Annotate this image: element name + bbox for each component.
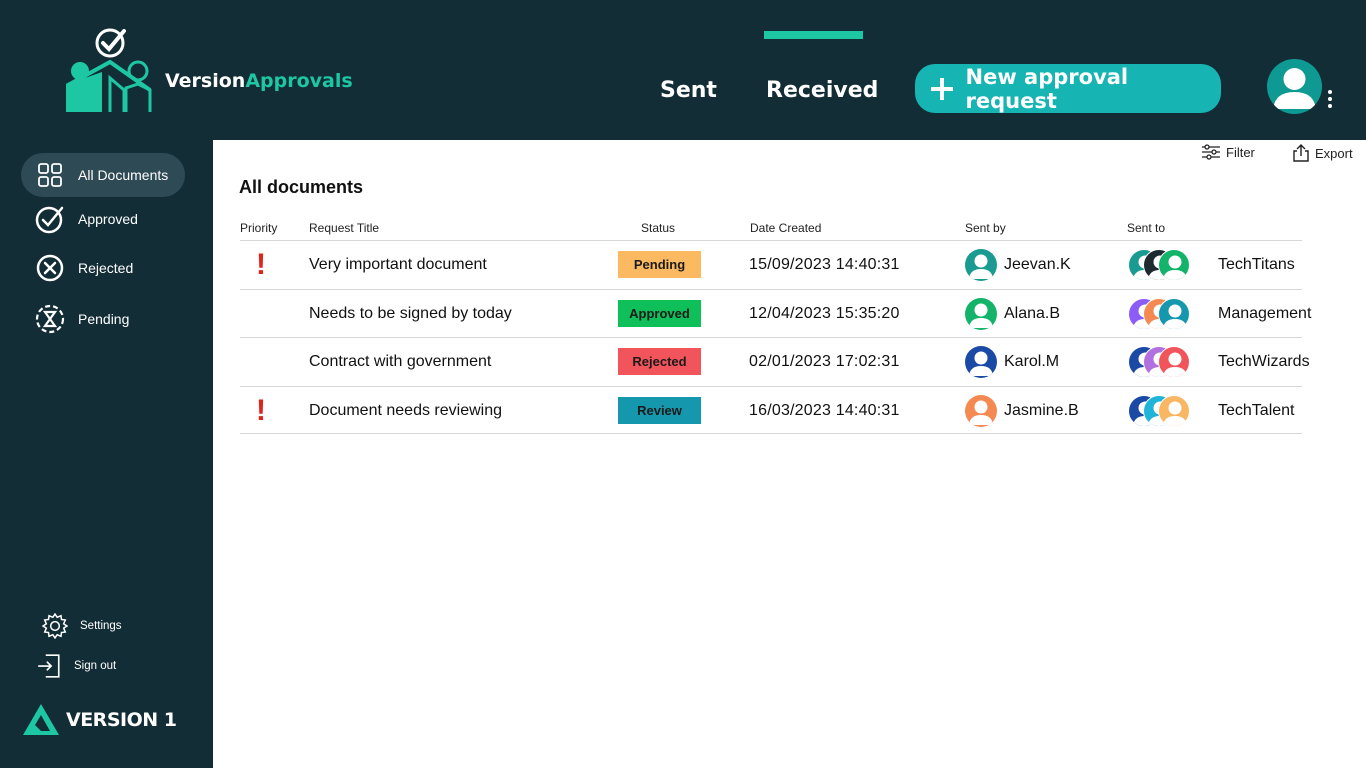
group-member-avatar xyxy=(1158,346,1190,378)
sidebar-item-label: All Documents xyxy=(78,167,169,183)
sidebar-item-rejected[interactable]: Rejected xyxy=(21,246,185,290)
column-header-sent-by: Sent by xyxy=(965,221,1006,235)
brand-name: VersionApprovals xyxy=(165,70,353,92)
sent-by: Jasmine.B xyxy=(965,387,1079,435)
plus-icon xyxy=(931,77,953,100)
sent-to: TechTitans xyxy=(1128,241,1295,289)
sidebar-item-approved[interactable]: Approved xyxy=(21,197,185,241)
table-row[interactable]: Contract with government Rejected 02/01/… xyxy=(240,337,1310,386)
request-title: Very important document xyxy=(309,256,487,273)
tab-sent[interactable]: Sent xyxy=(660,78,717,103)
group-name: TechTitans xyxy=(1218,256,1295,273)
date-created: 16/03/2023 14:40:31 xyxy=(749,401,900,419)
sidebar-item-pending[interactable]: Pending xyxy=(21,297,185,341)
sent-by: Karol.M xyxy=(965,338,1059,386)
request-title: Needs to be signed by today xyxy=(309,304,512,322)
version1-logo-icon xyxy=(23,704,59,735)
group-name: Management xyxy=(1218,304,1312,322)
table-row[interactable]: Needs to be signed by today Approved 12/… xyxy=(240,288,1311,338)
export-label: Export xyxy=(1315,145,1353,161)
group-avatar-stack xyxy=(1128,297,1194,331)
group-member-avatar xyxy=(1158,297,1190,330)
column-header-title: Request Title xyxy=(309,221,380,235)
column-header-priority: Priority xyxy=(240,221,278,235)
filter-button[interactable]: Filter xyxy=(1201,144,1255,160)
sidebar-item-label: Pending xyxy=(78,311,130,327)
request-title: Document needs reviewing xyxy=(309,401,502,419)
column-header-status: Status xyxy=(641,221,676,235)
request-title: Contract with government xyxy=(309,353,492,370)
app-logo-icon xyxy=(66,28,156,114)
export-button[interactable]: Export xyxy=(1292,144,1353,162)
table-row[interactable]: ! Document needs reviewing Review 16/03/… xyxy=(240,385,1302,435)
table-row[interactable]: ! Very important document Pending 15/09/… xyxy=(240,240,1302,288)
grid-icon xyxy=(35,160,65,190)
sender-avatar xyxy=(965,346,997,378)
sent-to: TechTalent xyxy=(1128,387,1295,435)
status-badge[interactable]: Rejected xyxy=(618,348,701,375)
hourglass-icon xyxy=(35,304,65,334)
check-circle-icon xyxy=(35,204,65,234)
date-created: 15/09/2023 14:40:31 xyxy=(749,256,900,273)
user-avatar[interactable] xyxy=(1267,59,1322,114)
sent-to: Management xyxy=(1128,290,1311,338)
sidebar-item-label: Rejected xyxy=(78,260,134,276)
gear-icon xyxy=(42,613,68,639)
sender-avatar xyxy=(965,249,997,281)
filter-label: Filter xyxy=(1226,144,1255,160)
new-approval-request-button[interactable]: New approval request xyxy=(915,64,1221,113)
export-icon xyxy=(1293,144,1309,162)
sent-by: Jeevan.K xyxy=(965,241,1071,289)
sent-to: TechWizards xyxy=(1128,338,1310,386)
group-member-avatar xyxy=(1158,394,1190,427)
sidebar-item-all-documents[interactable]: All Documents xyxy=(21,153,185,197)
sign-out-label: Sign out xyxy=(74,660,117,672)
group-name: TechWizards xyxy=(1218,353,1310,370)
user-icon xyxy=(1273,68,1316,109)
sender-name: Jeevan.K xyxy=(1004,256,1071,273)
page-title: All documents xyxy=(239,177,364,197)
status-badge[interactable]: Review xyxy=(618,396,701,424)
sender-name: Karol.M xyxy=(1004,353,1060,370)
priority-icon: ! xyxy=(256,393,266,427)
version1-logo-text: VERSION 1 xyxy=(66,708,177,731)
group-avatar-stack xyxy=(1128,248,1194,282)
sender-avatar xyxy=(965,394,997,427)
brand-name-part1: Version xyxy=(165,70,246,92)
filter-icon xyxy=(1202,144,1220,160)
column-header-date: Date Created xyxy=(750,221,822,235)
more-options-icon[interactable] xyxy=(1326,90,1334,110)
date-created: 12/04/2023 15:35:20 xyxy=(749,304,900,322)
sender-name: Alana.B xyxy=(1004,304,1061,322)
active-tab-indicator xyxy=(764,31,863,39)
group-member-avatar xyxy=(1158,249,1190,281)
x-circle-icon xyxy=(35,253,65,283)
version1-logo: VERSION 1 xyxy=(22,703,177,736)
status-badge[interactable]: Pending xyxy=(618,251,701,278)
sign-out-icon xyxy=(38,654,60,678)
settings-link[interactable]: Settings xyxy=(42,613,122,639)
main-content: Filter Export All documents Priority Req… xyxy=(213,140,1366,768)
priority-icon: ! xyxy=(256,248,266,281)
column-header-sent-to: Sent to xyxy=(1127,221,1166,235)
status-badge[interactable]: Approved xyxy=(618,299,701,327)
group-avatar-stack xyxy=(1128,394,1194,428)
sender-avatar xyxy=(965,297,997,330)
group-name: TechTalent xyxy=(1218,401,1295,419)
new-approval-request-label: New approval request xyxy=(965,64,1129,113)
tab-received[interactable]: Received xyxy=(766,78,878,103)
sender-name: Jasmine.B xyxy=(1004,401,1079,419)
brand-name-part2: Approvals xyxy=(245,70,353,92)
sign-out-link[interactable]: Sign out xyxy=(36,653,116,679)
group-avatar-stack xyxy=(1128,345,1194,379)
date-created: 02/01/2023 17:02:31 xyxy=(749,353,900,370)
sidebar-item-label: Approved xyxy=(78,211,138,227)
settings-label: Settings xyxy=(80,620,122,632)
sent-by: Alana.B xyxy=(965,290,1060,338)
